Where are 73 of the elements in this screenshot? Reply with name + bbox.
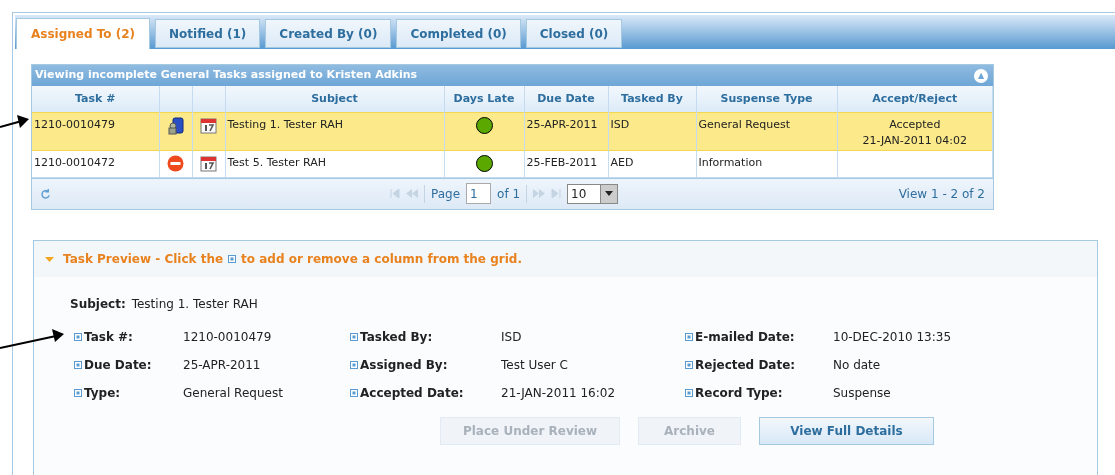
- table-row[interactable]: 1210-0010472 Test 5. Tester RAH 25-FEB-2011 AED Information: [32, 150, 993, 178]
- column-header[interactable]: Task #: [75, 91, 116, 105]
- column-toggle-icon[interactable]: [74, 361, 82, 369]
- table-cell: General Request: [698, 117, 791, 131]
- field-value: General Request: [183, 385, 283, 402]
- table-cell: 1210-0010472: [34, 155, 115, 169]
- table-cell: 1210-0010479: [34, 117, 115, 131]
- field-value: No date: [833, 357, 881, 374]
- field-label: Assigned By:: [360, 357, 449, 374]
- table-cell: 25-FEB-2011: [526, 155, 598, 169]
- column-toggle-icon: [228, 255, 237, 263]
- column-toggle-icon[interactable]: [74, 333, 82, 341]
- refresh-icon[interactable]: [40, 188, 51, 200]
- column-toggle-icon[interactable]: [350, 389, 358, 397]
- field-value: Testing 1. Tester RAH: [131, 296, 258, 313]
- tab[interactable]: Closed (0): [525, 19, 623, 48]
- field-value: 21-JAN-2011 16:02: [501, 385, 616, 402]
- column-header[interactable]: Suspense Type: [720, 91, 813, 105]
- table-cell: AED: [610, 155, 634, 169]
- dropdown-icon: [605, 191, 614, 196]
- column-header[interactable]: Accept/Reject: [872, 91, 958, 105]
- field-value: 10-DEC-2010 13:35: [833, 329, 952, 346]
- field-value: ISD: [501, 329, 522, 346]
- field-label: Task #:: [84, 329, 134, 346]
- page-label: Page: [431, 185, 461, 203]
- table-cell-text: Accepted: [888, 116, 942, 133]
- field-label: Tasked By:: [360, 329, 434, 346]
- table-cell: ISD: [610, 117, 630, 131]
- table-cell: Test 5. Tester RAH: [227, 155, 327, 169]
- field-label: Subject:: [70, 296, 126, 313]
- table-cell: Testing 1. Tester RAH: [227, 117, 344, 131]
- column-toggle-icon[interactable]: [350, 361, 358, 369]
- column-toggle-icon[interactable]: [350, 333, 358, 341]
- column-toggle-icon[interactable]: [685, 333, 693, 341]
- page-count: of 1: [497, 185, 521, 203]
- page-input[interactable]: 1: [466, 183, 492, 204]
- tab[interactable]: Notified (1): [155, 19, 261, 48]
- page-size-select[interactable]: 10: [567, 183, 619, 204]
- calendar-icon[interactable]: [200, 116, 217, 134]
- column-header[interactable]: Due Date: [537, 91, 595, 105]
- field-value: 1210-0010479: [183, 329, 272, 346]
- field-label: Accepted Date:: [360, 385, 465, 402]
- column-toggle-icon[interactable]: [74, 389, 82, 397]
- annotation-arrow: [0, 115, 29, 128]
- column-header[interactable]: Subject: [311, 91, 358, 105]
- column-header[interactable]: Days Late: [453, 91, 515, 105]
- table-row[interactable]: 1210-0010479 Testing 1. Tester RAH 25-APR-2011 ISD General Request Accepted 21-JAN-2011 04:02: [32, 112, 993, 150]
- column-header[interactable]: Tasked By: [621, 91, 683, 105]
- calendar-icon[interactable]: [200, 154, 217, 172]
- table-cell-text: 21-JAN-2011 04:02: [861, 132, 968, 149]
- column-toggle-icon[interactable]: [685, 389, 693, 397]
- field-label: Type:: [84, 385, 122, 402]
- field-value: Test User C: [501, 357, 568, 374]
- preview-heading: Task Preview - Click the: [63, 251, 224, 268]
- grid-title: Viewing incomplete General Tasks assigned to Kristen Adkins: [35, 67, 418, 84]
- field-label: Record Type:: [695, 385, 784, 402]
- field-label: E-mailed Date:: [695, 329, 796, 346]
- field-value: Suspense: [833, 385, 891, 402]
- preview-heading: to add or remove a column from the grid.: [241, 251, 522, 268]
- expand-icon[interactable]: [45, 256, 54, 262]
- action-button[interactable]: View Full Details: [759, 417, 934, 445]
- collapse-button[interactable]: ▲: [974, 68, 988, 83]
- field-label: Due Date:: [84, 357, 153, 374]
- annotation-arrow: [0, 329, 64, 349]
- table-cell: Information: [698, 155, 763, 169]
- table-cell: 25-APR-2011: [526, 117, 598, 131]
- tab[interactable]: Assigned To (2): [16, 18, 151, 49]
- field-label: Rejected Date:: [695, 357, 797, 374]
- tab[interactable]: Completed (0): [396, 19, 521, 48]
- field-value: 25-APR-2011: [183, 357, 261, 374]
- column-toggle-icon[interactable]: [685, 361, 693, 369]
- tab[interactable]: Created By (0): [265, 19, 392, 48]
- view-range: View 1 - 2 of 2: [898, 186, 985, 203]
